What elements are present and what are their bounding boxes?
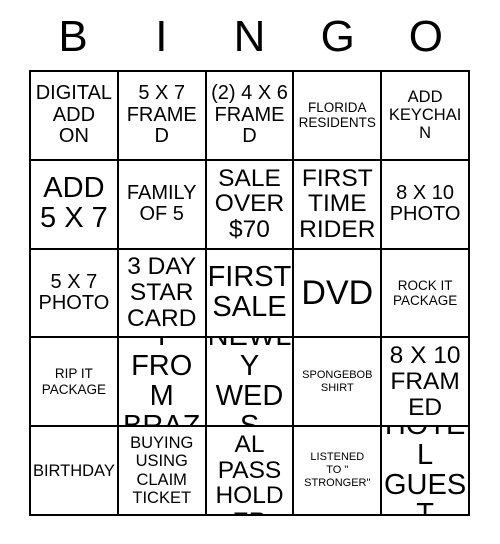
bingo-cell-label: FLORIDA RESIDENTS — [298, 100, 376, 131]
bingo-cell-r3c2[interactable]: 3 DAY STAR CARD — [118, 249, 207, 339]
bingo-cell-label: FIRST TIME RIDER — [299, 164, 376, 244]
bingo-grid: DIGITAL ADD ON 5 X 7 FRAMED (2) 4 X 6 FR… — [29, 70, 470, 516]
bingo-header-letter-n: N — [233, 12, 266, 61]
bingo-cell-label: 5 X 7 PHOTO — [38, 270, 110, 314]
bingo-cell-label: 8 X 10 PHOTO — [389, 181, 461, 226]
bingo-cell-label: 5 X 7 FRAMED — [126, 82, 197, 148]
bingo-header-letter-b: B — [58, 12, 88, 61]
bingo-cell-r4c1[interactable]: RIP IT PACKAGE — [31, 338, 119, 428]
bingo-cell-r2c4[interactable]: FIRST TIME RIDER — [294, 160, 383, 250]
bingo-cell-label: LISTENED TO " STRONGER" — [304, 451, 371, 490]
bingo-cell-r5c1[interactable]: BIRTHDAY — [31, 427, 119, 516]
bingo-cell-r4c2[interactable]: FAMILY FROM BRAZIL — [118, 338, 207, 428]
bingo-cell-r4c4[interactable]: SPONGEBOB SHIRT — [294, 338, 383, 428]
bingo-cell-r5c3[interactable]: ANNUAL PASS HOLDER — [206, 427, 295, 516]
bingo-cell-label: FAMILY FROM BRAZIL — [123, 338, 201, 428]
bingo-cell-label: BIRTHDAY — [32, 461, 115, 480]
bingo-cell-label: ANNUAL PASS HOLDER — [215, 427, 284, 514]
bingo-cell-label: SPONGEBOB SHIRT — [302, 368, 373, 394]
bingo-cell-r1c3[interactable]: (2) 4 X 6 FRAMED — [206, 72, 295, 161]
bingo-cell-r3c4[interactable]: DVD — [294, 249, 383, 339]
bingo-cell-r4c3[interactable]: NEWLY WEDS — [206, 338, 295, 428]
bingo-cell-label: NEWLY WEDS — [208, 338, 292, 428]
bingo-cell-r4c5[interactable]: 8 X 10 FRAMED — [382, 338, 470, 428]
bingo-cell-label: ADD 5 X 7 — [40, 172, 108, 235]
bingo-cell-r1c5[interactable]: ADD KEYCHAIN — [382, 72, 470, 161]
bingo-card: B I N G O DIGITAL ADD ON 5 X 7 FRAMED (2… — [0, 0, 500, 544]
bingo-cell-label: SALE OVER $70 — [214, 164, 285, 244]
bingo-cell-r5c4[interactable]: LISTENED TO " STRONGER" — [294, 427, 383, 516]
bingo-cell-r5c5[interactable]: HOTEL GUEST — [382, 427, 470, 516]
bingo-cell-label: BUYING USING CLAIM TICKET — [130, 434, 194, 507]
bingo-cell-r3c5[interactable]: ROCK IT PACKAGE — [382, 249, 470, 339]
bingo-cell-label: DIGITAL ADD ON — [35, 82, 113, 148]
bingo-cell-label: ROCK IT PACKAGE — [392, 277, 458, 308]
bingo-cell-label: 8 X 10 FRAMED — [389, 342, 461, 421]
bingo-header-letter-i: I — [155, 12, 168, 61]
bingo-header-letter-o: O — [408, 12, 444, 61]
bingo-header-row: B I N G O — [29, 8, 470, 66]
bingo-cell-r3c1[interactable]: 5 X 7 PHOTO — [31, 249, 119, 339]
bingo-cell-r2c1[interactable]: ADD 5 X 7 — [31, 160, 119, 250]
bingo-cell-r5c2[interactable]: BUYING USING CLAIM TICKET — [118, 427, 207, 516]
bingo-cell-r3c3[interactable]: FIRST SALE — [206, 249, 295, 339]
bingo-header-letter-g: G — [320, 12, 355, 61]
bingo-cell-r1c1[interactable]: DIGITAL ADD ON — [31, 72, 119, 161]
bingo-cell-label: ADD KEYCHAIN — [388, 88, 462, 143]
bingo-cell-r2c5[interactable]: 8 X 10 PHOTO — [382, 160, 470, 250]
bingo-cell-r2c2[interactable]: FAMILY OF 5 — [118, 160, 207, 250]
bingo-cell-label: (2) 4 X 6 FRAMED — [211, 82, 288, 148]
bingo-cell-label: DVD — [301, 273, 374, 312]
bingo-cell-r2c3[interactable]: SALE OVER $70 — [206, 160, 295, 250]
bingo-cell-label: FAMILY OF 5 — [126, 181, 197, 226]
bingo-cell-r1c4[interactable]: FLORIDA RESIDENTS — [294, 72, 383, 161]
bingo-cell-label: FIRST SALE — [207, 261, 292, 323]
bingo-cell-label: HOTEL GUEST — [384, 427, 467, 516]
bingo-cell-label: RIP IT PACKAGE — [41, 366, 107, 397]
bingo-cell-label: 3 DAY STAR CARD — [126, 253, 197, 332]
bingo-cell-r1c2[interactable]: 5 X 7 FRAMED — [118, 72, 207, 161]
